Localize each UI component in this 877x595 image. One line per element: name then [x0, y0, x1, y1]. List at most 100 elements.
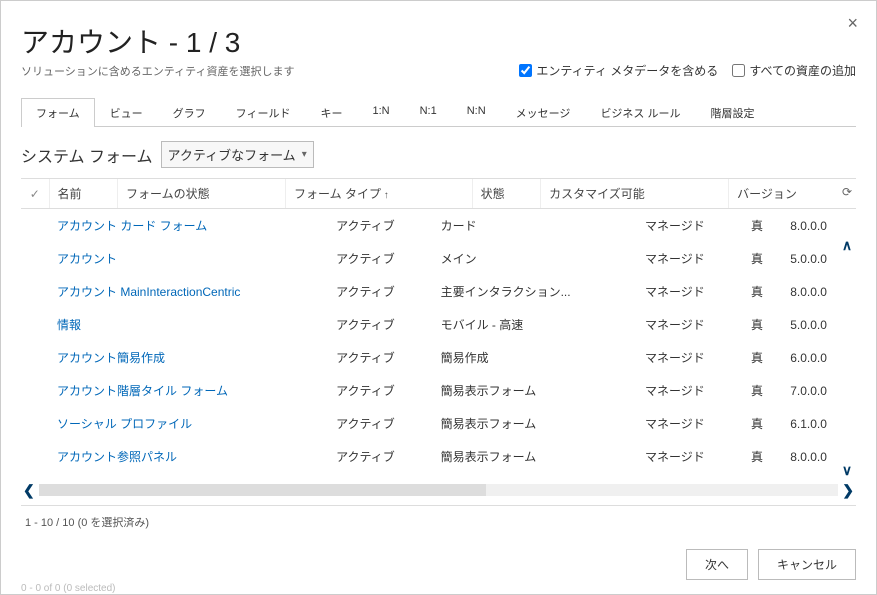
table-row[interactable]: 最近使用したケースと権利アクティブ簡易表示フォームマネージド真8.0.0.0	[21, 473, 856, 479]
tab-bar: フォームビューグラフフィールドキー1:NN:1N:Nメッセージビジネス ルール階…	[21, 97, 856, 127]
cell-customizable: 真	[743, 473, 782, 479]
cell-formType: 簡易表示フォーム	[433, 374, 637, 407]
table-row[interactable]: アカウント カード フォームアクティブカードマネージド真8.0.0.0	[21, 209, 856, 242]
cell-formState: アクティブ	[328, 209, 433, 242]
cell-customizable: 真	[743, 374, 782, 407]
page-subtitle: ソリューションに含めるエンティティ資産を選択します	[21, 63, 294, 79]
row-checkbox[interactable]	[21, 308, 49, 341]
add-all-resources-checkbox[interactable]: すべての資産の追加	[732, 62, 856, 79]
cell-name[interactable]: アカウント MainInteractionCentric	[49, 275, 328, 308]
cell-state: マネージド	[637, 440, 743, 473]
row-checkbox[interactable]	[21, 374, 49, 407]
column-customizable[interactable]: カスタマイズ可能	[541, 179, 729, 209]
tab-6[interactable]: N:1	[405, 98, 452, 127]
row-checkbox[interactable]	[21, 275, 49, 308]
cell-customizable: 真	[743, 308, 782, 341]
view-selector-label: システム フォーム	[21, 143, 153, 167]
check-icon: ✓	[30, 187, 40, 201]
tab-4[interactable]: キー	[305, 98, 357, 127]
cell-name[interactable]: 最近使用したケースと権利	[49, 473, 328, 479]
tab-10[interactable]: 階層設定	[696, 98, 770, 127]
table-row[interactable]: アカウント参照パネルアクティブ簡易表示フォームマネージド真8.0.0.0	[21, 440, 856, 473]
tab-9[interactable]: ビジネス ルール	[585, 98, 695, 127]
vertical-scrollbar[interactable]: ∧ ∨	[838, 237, 856, 479]
table-row[interactable]: ソーシャル プロファイルアクティブ簡易表示フォームマネージド真6.1.0.0	[21, 407, 856, 440]
refresh-icon[interactable]: ⟳	[842, 185, 852, 199]
cell-customizable: 真	[743, 341, 782, 374]
row-checkbox[interactable]	[21, 242, 49, 275]
column-state[interactable]: 状態	[472, 179, 540, 209]
table-row[interactable]: アカウント MainInteractionCentricアクティブ主要インタラク…	[21, 275, 856, 308]
grid: ⟳ ✓ 名前フォームの状態フォーム タイプ状態カスタマイズ可能バージョン アカウン…	[21, 178, 856, 479]
table-row[interactable]: アカウント階層タイル フォームアクティブ簡易表示フォームマネージド真7.0.0.…	[21, 374, 856, 407]
table-row[interactable]: アカウント簡易作成アクティブ簡易作成マネージド真6.0.0.0	[21, 341, 856, 374]
cell-formType: カード	[433, 209, 637, 242]
tab-0[interactable]: フォーム	[21, 98, 95, 127]
scroll-up-icon[interactable]: ∧	[842, 237, 852, 254]
tab-3[interactable]: フィールド	[221, 98, 306, 127]
cell-formType: 簡易表示フォーム	[433, 440, 637, 473]
cell-formType: メイン	[433, 242, 637, 275]
cell-state: マネージド	[637, 374, 743, 407]
cell-state: マネージド	[637, 209, 743, 242]
cell-formState: アクティブ	[328, 473, 433, 479]
cell-name[interactable]: アカウント カード フォーム	[49, 209, 328, 242]
tab-5[interactable]: 1:N	[357, 98, 404, 127]
cell-formState: アクティブ	[328, 407, 433, 440]
column-version[interactable]: バージョン	[729, 179, 856, 209]
row-checkbox[interactable]	[21, 407, 49, 440]
add-all-resources-input[interactable]	[732, 64, 745, 77]
scroll-left-icon[interactable]: ❮	[21, 482, 37, 499]
view-selector-value: アクティブなフォーム	[168, 145, 296, 164]
include-metadata-label: エンティティ メタデータを含める	[536, 62, 718, 79]
close-icon[interactable]: ×	[847, 13, 858, 34]
row-checkbox[interactable]	[21, 341, 49, 374]
cell-name[interactable]: 情報	[49, 308, 328, 341]
tab-8[interactable]: メッセージ	[501, 98, 586, 127]
column-formType[interactable]: フォーム タイプ	[286, 179, 473, 209]
tab-7[interactable]: N:N	[452, 98, 501, 127]
table-row[interactable]: アカウントアクティブメインマネージド真5.0.0.0	[21, 242, 856, 275]
cancel-button[interactable]: キャンセル	[758, 549, 856, 580]
page-title: アカウント - 1 / 3	[21, 21, 294, 61]
cell-formState: アクティブ	[328, 308, 433, 341]
cell-name[interactable]: アカウント参照パネル	[49, 440, 328, 473]
chevron-down-icon: ▾	[302, 149, 307, 160]
horizontal-scrollbar[interactable]: ❮ ❯	[21, 481, 856, 499]
scroll-right-icon[interactable]: ❯	[840, 482, 856, 499]
cell-state: マネージド	[637, 407, 743, 440]
cell-customizable: 真	[743, 209, 782, 242]
column-formState[interactable]: フォームの状態	[117, 179, 285, 209]
column-name[interactable]: 名前	[49, 179, 117, 209]
view-selector-dropdown[interactable]: アクティブなフォーム ▾	[161, 141, 314, 168]
cell-formType: 主要インタラクション...	[433, 275, 637, 308]
row-checkbox[interactable]	[21, 209, 49, 242]
row-checkbox[interactable]	[21, 440, 49, 473]
cell-name[interactable]: アカウント階層タイル フォーム	[49, 374, 328, 407]
hscroll-track[interactable]	[39, 484, 839, 496]
include-metadata-checkbox[interactable]: エンティティ メタデータを含める	[519, 62, 718, 79]
cell-name[interactable]: アカウント簡易作成	[49, 341, 328, 374]
next-button[interactable]: 次へ	[686, 549, 748, 580]
include-metadata-input[interactable]	[519, 64, 532, 77]
cell-customizable: 真	[743, 440, 782, 473]
select-all-column[interactable]: ✓	[21, 179, 49, 209]
cell-state: マネージド	[637, 341, 743, 374]
hscroll-thumb[interactable]	[39, 484, 487, 496]
shadow-text: 0 - 0 of 0 (0 selected)	[1, 583, 876, 594]
cell-formState: アクティブ	[328, 440, 433, 473]
scroll-down-icon[interactable]: ∨	[842, 462, 852, 479]
row-checkbox[interactable]	[21, 473, 49, 479]
cell-formType: 簡易作成	[433, 341, 637, 374]
tab-2[interactable]: グラフ	[158, 98, 221, 127]
table-row[interactable]: 情報アクティブモバイル - 高速マネージド真5.0.0.0	[21, 308, 856, 341]
cell-formState: アクティブ	[328, 275, 433, 308]
cell-name[interactable]: ソーシャル プロファイル	[49, 407, 328, 440]
cell-customizable: 真	[743, 407, 782, 440]
cell-name[interactable]: アカウント	[49, 242, 328, 275]
add-all-resources-label: すべての資産の追加	[749, 62, 856, 79]
cell-formState: アクティブ	[328, 374, 433, 407]
cell-state: マネージド	[637, 242, 743, 275]
tab-1[interactable]: ビュー	[95, 98, 158, 127]
cell-formState: アクティブ	[328, 242, 433, 275]
